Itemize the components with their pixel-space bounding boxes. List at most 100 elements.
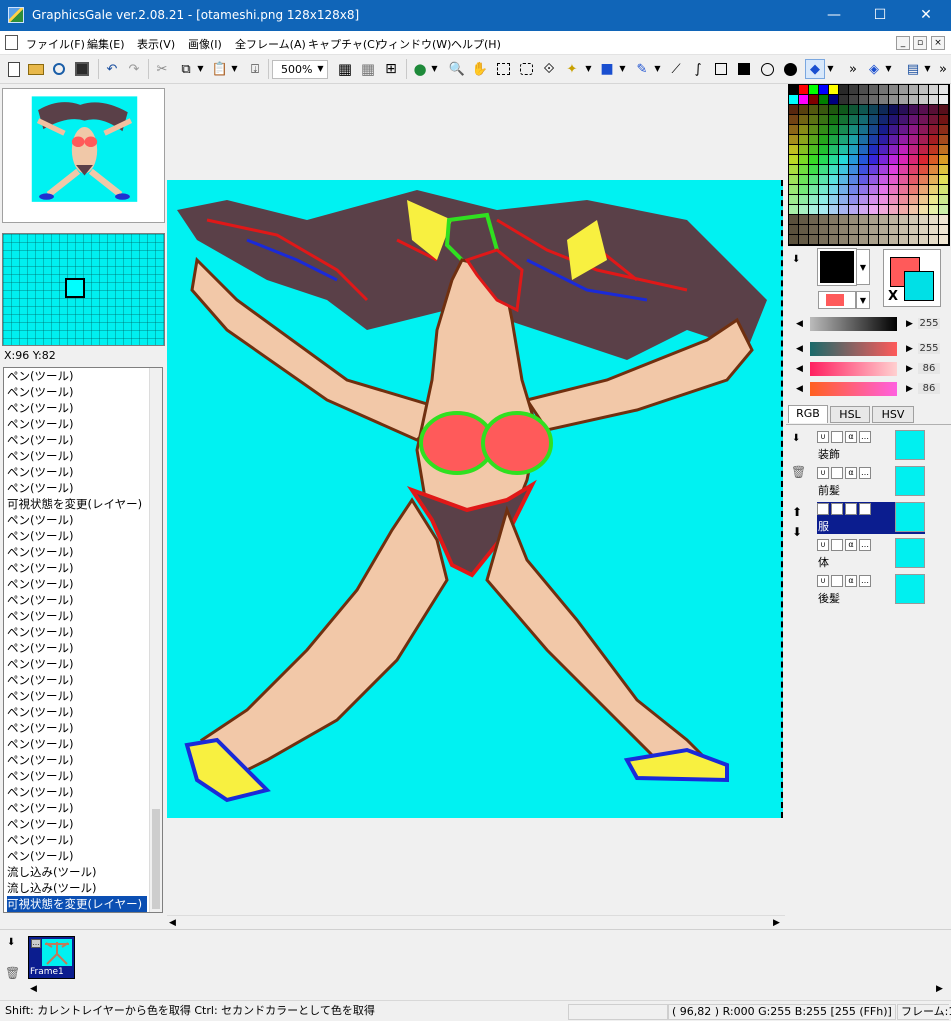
history-item[interactable]: ペン(ツール) xyxy=(7,480,147,496)
palette-swatch[interactable] xyxy=(899,95,908,104)
palette-swatch[interactable] xyxy=(839,85,848,94)
palette-swatch[interactable] xyxy=(889,145,898,154)
dropper-dropdown-icon[interactable]: ▼ xyxy=(653,59,662,79)
palette-swatch[interactable] xyxy=(839,175,848,184)
palette-swatch[interactable] xyxy=(809,145,818,154)
history-item[interactable]: ペン(ツール) xyxy=(7,448,147,464)
frame-scroll-right-icon[interactable]: ▶ xyxy=(936,984,943,994)
layer-menu-icon[interactable]: … xyxy=(859,539,871,551)
palette-swatch[interactable] xyxy=(799,195,808,204)
palette-swatch[interactable] xyxy=(799,185,808,194)
palette-swatch[interactable] xyxy=(829,155,838,164)
slider-right-arrow-icon[interactable]: ▶ xyxy=(906,364,913,374)
palette-swatch[interactable] xyxy=(859,175,868,184)
palette-swatch[interactable] xyxy=(809,215,818,224)
palette-swatch[interactable] xyxy=(829,195,838,204)
palette-swatch[interactable] xyxy=(909,165,918,174)
palette-swatch[interactable] xyxy=(909,185,918,194)
palette-swatch[interactable] xyxy=(829,205,838,214)
palette-swatch[interactable] xyxy=(929,125,938,134)
palette-swatch[interactable] xyxy=(939,185,948,194)
menu-image[interactable]: 画像(I) xyxy=(188,36,222,52)
palette-swatch[interactable] xyxy=(829,145,838,154)
palette-swatch[interactable] xyxy=(879,105,888,114)
palette-swatch[interactable] xyxy=(829,115,838,124)
palette-swatch[interactable] xyxy=(879,125,888,134)
delete-frame-icon[interactable]: 🗑 xyxy=(5,966,20,980)
history-item[interactable]: ペン(ツール) xyxy=(7,608,147,624)
history-item[interactable]: ペン(ツール) xyxy=(7,832,147,848)
palette-swatch[interactable] xyxy=(889,155,898,164)
history-item[interactable]: ペン(ツール) xyxy=(7,576,147,592)
palette-swatch[interactable] xyxy=(789,175,798,184)
palette-swatch[interactable] xyxy=(869,155,878,164)
palette-swatch[interactable] xyxy=(849,115,858,124)
palette-swatch[interactable] xyxy=(859,85,868,94)
lock-toggle-icon[interactable] xyxy=(831,431,843,443)
frame-menu-icon[interactable]: … xyxy=(31,939,41,948)
palette-swatch[interactable] xyxy=(869,85,878,94)
palette-swatch[interactable] xyxy=(909,175,918,184)
palette-swatch[interactable] xyxy=(809,165,818,174)
visible-toggle-icon[interactable]: ∪ xyxy=(817,467,829,479)
alpha-toggle-icon[interactable]: α xyxy=(845,503,857,515)
history-item[interactable]: ペン(ツール) xyxy=(7,512,147,528)
palette-swatch[interactable] xyxy=(799,85,808,94)
redo-icon[interactable]: ↷ xyxy=(124,59,144,79)
palette-swatch[interactable] xyxy=(879,115,888,124)
palette-swatch[interactable] xyxy=(799,95,808,104)
palette-swatch[interactable] xyxy=(889,165,898,174)
layer-menu-icon[interactable]: … xyxy=(859,503,871,515)
layers-dropdown-icon[interactable]: ▼ xyxy=(884,59,893,79)
paste-icon[interactable]: 📋 xyxy=(210,59,230,79)
palette-swatch[interactable] xyxy=(799,135,808,144)
history-item[interactable]: ペン(ツール) xyxy=(7,656,147,672)
palette-swatch[interactable] xyxy=(919,105,928,114)
magic-wand-icon[interactable]: ✦ xyxy=(562,59,582,79)
tab-hsl[interactable]: HSL xyxy=(830,406,870,423)
history-item[interactable]: ペン(ツール) xyxy=(7,720,147,736)
palette-swatch[interactable] xyxy=(819,135,828,144)
palette-swatch[interactable] xyxy=(819,125,828,134)
palette-swatch[interactable] xyxy=(809,155,818,164)
history-item[interactable]: ペン(ツール) xyxy=(7,768,147,784)
palette-swatch[interactable] xyxy=(939,95,948,104)
wand-dropdown-icon[interactable]: ▼ xyxy=(584,59,593,79)
palette-swatch[interactable] xyxy=(909,95,918,104)
layer-item[interactable]: ∪ α… 装飾 xyxy=(817,430,925,462)
palette-swatch[interactable] xyxy=(889,195,898,204)
palette-swatch[interactable] xyxy=(869,235,878,244)
filled-ellipse-icon[interactable] xyxy=(780,59,800,79)
lasso-icon[interactable] xyxy=(516,59,536,79)
palette-swatch[interactable] xyxy=(859,95,868,104)
palette-swatch[interactable] xyxy=(899,145,908,154)
palette-swatch[interactable] xyxy=(839,155,848,164)
palette-swatch[interactable] xyxy=(909,155,918,164)
palette-swatch[interactable] xyxy=(909,125,918,134)
palette-swatch[interactable] xyxy=(799,205,808,214)
palette-swatch[interactable] xyxy=(829,125,838,134)
alpha-toggle-icon[interactable]: α xyxy=(845,467,857,479)
mdi-restore-button[interactable]: ▫ xyxy=(913,36,927,50)
swap-colors-label[interactable]: X xyxy=(888,289,898,304)
palette-swatch[interactable] xyxy=(919,135,928,144)
blue-slider[interactable] xyxy=(810,382,897,396)
history-item[interactable]: ペン(ツール) xyxy=(7,544,147,560)
frame-icon[interactable]: ▤ xyxy=(903,59,923,79)
palette-swatch[interactable] xyxy=(799,145,808,154)
palette-swatch[interactable] xyxy=(939,205,948,214)
palette-swatch[interactable] xyxy=(839,165,848,174)
cut-icon[interactable]: ✂ xyxy=(152,59,172,79)
palette-swatch[interactable] xyxy=(819,145,828,154)
palette-swatch[interactable] xyxy=(789,155,798,164)
curve-icon[interactable] xyxy=(711,59,731,79)
palette-swatch[interactable] xyxy=(809,195,818,204)
palette-swatch[interactable] xyxy=(879,145,888,154)
menu-edit[interactable]: 編集(E) xyxy=(87,36,125,52)
palette-swatch[interactable] xyxy=(909,85,918,94)
palette-swatch[interactable] xyxy=(909,195,918,204)
palette-swatch[interactable] xyxy=(919,225,928,234)
palette-swatch[interactable] xyxy=(919,195,928,204)
palette-swatch[interactable] xyxy=(919,185,928,194)
palette-swatch[interactable] xyxy=(789,215,798,224)
